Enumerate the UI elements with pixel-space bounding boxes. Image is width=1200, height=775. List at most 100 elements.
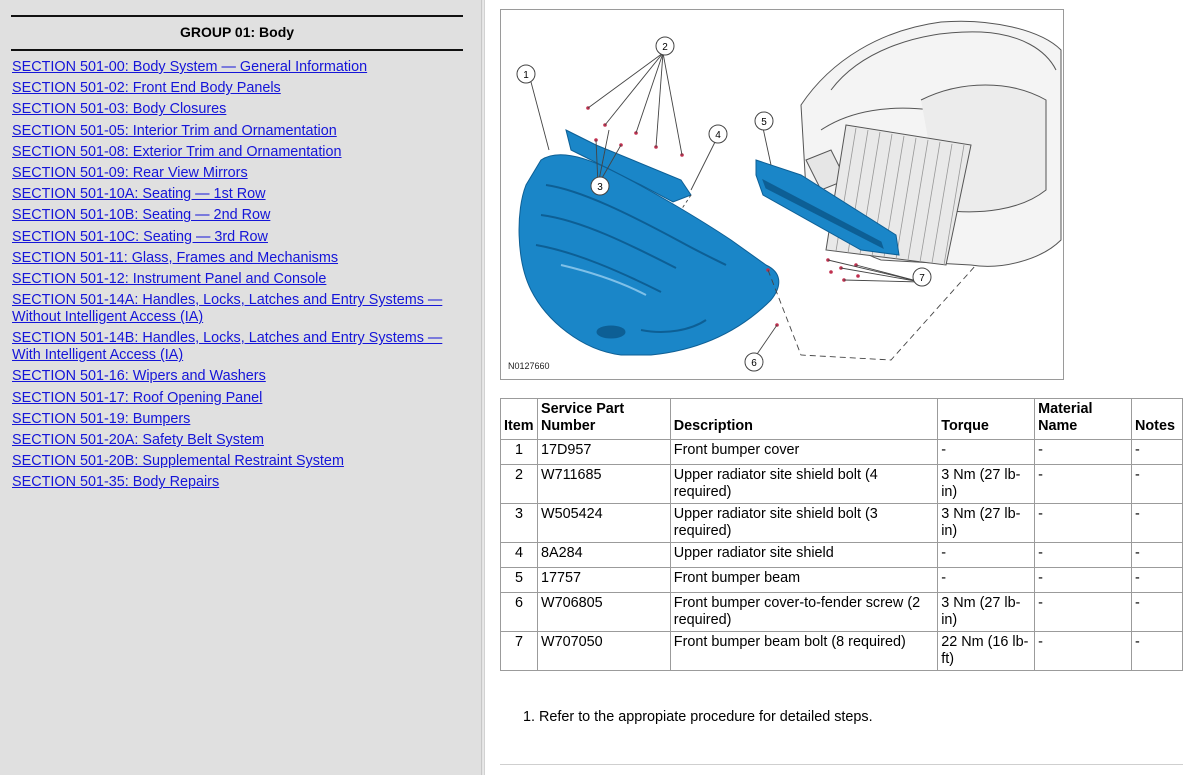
bumper-diagram: 1 2 3 4 5 6 7 (516, 20, 1062, 372)
cell-notes: - (1130, 464, 1184, 504)
cell-notes: - (1130, 567, 1184, 593)
section-link[interactable]: SECTION 501-14A: Handles, Locks, Latches… (12, 292, 462, 326)
cell-material-name: - (1034, 592, 1132, 632)
section-link[interactable]: SECTION 501-35: Body Repairs (12, 474, 462, 491)
svg-text:6: 6 (751, 358, 757, 369)
cell-material-name: - (1034, 542, 1132, 568)
cell-torque: - (937, 439, 1036, 465)
callout-5: 5 (754, 111, 774, 131)
section-link[interactable]: SECTION 501-17: Roof Opening Panel (12, 390, 462, 407)
cell-description: Upper radiator site shield (669, 542, 939, 568)
cell-item: 6 (500, 592, 538, 632)
section-link[interactable]: SECTION 501-12: Instrument Panel and Con… (12, 271, 462, 288)
cell-part-number: 17757 (536, 567, 671, 593)
svg-text:4: 4 (715, 130, 721, 141)
content-divider (500, 764, 1183, 765)
cell-part-number: W706805 (536, 592, 671, 632)
section-link[interactable]: SECTION 501-11: Glass, Frames and Mechan… (12, 250, 462, 267)
section-list-item: SECTION 501-20A: Safety Belt System (12, 432, 462, 449)
cell-part-number: W707050 (536, 631, 671, 671)
cell-item: 5 (500, 567, 538, 593)
cell-notes: - (1130, 503, 1184, 543)
cell-torque: - (937, 542, 1036, 568)
content-pane: 1 2 3 4 5 6 7 N0127660 Item Service Part… (485, 0, 1200, 775)
svg-text:5: 5 (761, 117, 767, 128)
callout-1: 1 (516, 64, 536, 84)
cell-material-name: - (1034, 439, 1132, 465)
section-list-item: SECTION 501-09: Rear View Mirrors (12, 165, 462, 182)
table-row: 4 8A284 Upper radiator site shield - - - (500, 542, 1184, 568)
section-list-item: SECTION 501-20B: Supplemental Restraint … (12, 453, 462, 470)
callout-7: 7 (912, 267, 932, 287)
callout-2: 2 (655, 36, 675, 56)
section-list-item: SECTION 501-16: Wipers and Washers (12, 368, 462, 385)
cell-torque: 3 Nm (27 lb-in) (937, 503, 1036, 543)
section-link[interactable]: SECTION 501-03: Body Closures (12, 101, 462, 118)
table-row: 2 W711685 Upper radiator site shield bolt … (500, 464, 1184, 504)
cell-description: Front bumper beam bolt (8 required) (669, 631, 939, 671)
cell-notes: - (1130, 542, 1184, 568)
callout-4: 4 (708, 124, 728, 144)
header-description: Description (669, 398, 939, 440)
section-link[interactable]: SECTION 501-02: Front End Body Panels (12, 80, 462, 97)
cell-description: Upper radiator site shield bolt (4 requi… (669, 464, 939, 504)
section-link[interactable]: SECTION 501-10C: Seating — 3rd Row (12, 229, 462, 246)
procedure-note: 1. Refer to the appropiate procedure for… (523, 709, 873, 725)
cell-description: Front bumper beam (669, 567, 939, 593)
section-list-item: SECTION 501-35: Body Repairs (12, 474, 462, 491)
cell-material-name: - (1034, 567, 1132, 593)
cell-notes: - (1130, 439, 1184, 465)
group-title: GROUP 01: Body (179, 24, 295, 40)
cell-item: 7 (500, 631, 538, 671)
header-service-part-number: Service Part Number (536, 398, 671, 440)
section-link[interactable]: SECTION 501-14B: Handles, Locks, Latches… (12, 330, 462, 364)
section-list-item: SECTION 501-05: Interior Trim and Orname… (12, 123, 462, 140)
group-bottom-rule (11, 49, 463, 51)
cell-part-number: 8A284 (536, 542, 671, 568)
cell-description: Front bumper cover-to-fender screw (2 re… (669, 592, 939, 632)
cell-torque: - (937, 567, 1036, 593)
section-link[interactable]: SECTION 501-20A: Safety Belt System (12, 432, 462, 449)
section-list-item: SECTION 501-17: Roof Opening Panel (12, 390, 462, 407)
section-link[interactable]: SECTION 501-16: Wipers and Washers (12, 368, 462, 385)
svg-text:3: 3 (597, 182, 603, 193)
section-list-item: SECTION 501-14A: Handles, Locks, Latches… (12, 292, 462, 326)
table-row: 1 17D957 Front bumper cover - - - (500, 439, 1184, 465)
cell-notes: - (1130, 631, 1184, 671)
section-link[interactable]: SECTION 501-08: Exterior Trim and Orname… (12, 144, 462, 161)
cell-torque: 3 Nm (27 lb-in) (937, 464, 1036, 504)
cell-item: 1 (500, 439, 538, 465)
header-notes: Notes (1130, 398, 1184, 440)
parts-table-body: 1 17D957 Front bumper cover - - -2 W711685 Uppe… (500, 439, 1184, 671)
exploded-view-illustration: 1 2 3 4 5 6 7 N0127660 (500, 9, 1064, 380)
table-row: 3 W505424 Upper radiator site shield bolt … (500, 503, 1184, 543)
cell-part-number: W505424 (536, 503, 671, 543)
header-item: Item (500, 398, 538, 440)
section-list-item: SECTION 501-12: Instrument Panel and Con… (12, 271, 462, 288)
section-link[interactable]: SECTION 501-19: Bumpers (12, 411, 462, 428)
section-list-item: SECTION 501-10B: Seating — 2nd Row (12, 207, 462, 224)
section-link[interactable]: SECTION 501-20B: Supplemental Restraint … (12, 453, 462, 470)
parts-table: Item Service Part Number Description Tor… (500, 398, 1184, 671)
cell-description: Front bumper cover (669, 439, 939, 465)
section-link[interactable]: SECTION 501-10B: Seating — 2nd Row (12, 207, 462, 224)
section-list-item: SECTION 501-03: Body Closures (12, 101, 462, 118)
section-list-item: SECTION 501-08: Exterior Trim and Orname… (12, 144, 462, 161)
table-row: 7 W707050 Front bumper beam bolt (8 requir… (500, 631, 1184, 671)
radiator-assembly (825, 124, 972, 266)
cell-notes: - (1130, 592, 1184, 632)
cell-material-name: - (1034, 464, 1132, 504)
cell-torque: 22 Nm (16 lb-ft) (937, 631, 1036, 671)
section-list-item: SECTION 501-02: Front End Body Panels (12, 80, 462, 97)
svg-text:7: 7 (919, 273, 925, 284)
section-link[interactable]: SECTION 501-05: Interior Trim and Orname… (12, 123, 462, 140)
svg-text:2: 2 (662, 42, 668, 53)
section-link[interactable]: SECTION 501-00: Body System — General In… (12, 59, 462, 76)
section-list-item: SECTION 501-00: Body System — General In… (12, 59, 462, 76)
section-link[interactable]: SECTION 501-10A: Seating — 1st Row (12, 186, 462, 203)
section-list-item: SECTION 501-11: Glass, Frames and Mechan… (12, 250, 462, 267)
callout-3: 3 (590, 176, 610, 196)
group-top-rule (11, 15, 463, 17)
table-header-row: Item Service Part Number Description Tor… (500, 398, 1184, 440)
section-link[interactable]: SECTION 501-09: Rear View Mirrors (12, 165, 462, 182)
